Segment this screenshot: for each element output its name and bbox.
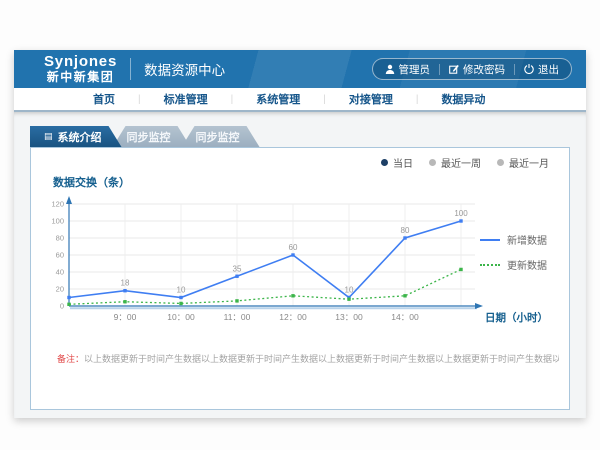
- main-nav: 首页 | 标准管理 | 系统管理 | 对接管理 | 数据异动: [14, 88, 586, 112]
- chart-panel: 当日 最近一周 最近一月 数据交换（条） 日期（小时） 0 20 40 60 80 100…: [30, 147, 570, 410]
- svg-text:80: 80: [56, 234, 64, 243]
- user-icon: [385, 64, 395, 74]
- radio-last-week[interactable]: 最近一周: [429, 155, 481, 170]
- legend-item-new-data: 新增数据: [480, 232, 547, 247]
- svg-text:12：00: 12：00: [279, 312, 307, 322]
- y-axis-title: 数据交换（条）: [53, 174, 130, 190]
- radio-dot[interactable]: [381, 159, 388, 166]
- logout-label: 退出: [538, 62, 559, 77]
- nav-item-system-management[interactable]: 系统管理: [233, 91, 323, 107]
- tab-bar: ▤ 系统介绍 同步监控 同步监控: [14, 112, 586, 147]
- tab-sync-monitor-2[interactable]: 同步监控: [182, 126, 260, 147]
- svg-text:9：00: 9：00: [114, 312, 137, 322]
- radio-last-month[interactable]: 最近一月: [497, 155, 549, 170]
- svg-text:100: 100: [51, 217, 64, 226]
- footnote-label: 备注：: [57, 354, 84, 364]
- page-card: Synjones 新中新集团 数据资源中心 管理员 修改密码: [14, 50, 586, 418]
- radio-label: 最近一周: [441, 155, 481, 170]
- radio-today[interactable]: 当日: [381, 155, 413, 170]
- svg-text:35: 35: [233, 264, 242, 273]
- footnote: 备注：以上数据更新于时间产生数据以上数据更新于时间产生数据以上数据更新于时间产生…: [57, 352, 559, 365]
- tab-sync-monitor-1[interactable]: 同步监控: [113, 126, 191, 147]
- tab-system-intro[interactable]: ▤ 系统介绍: [30, 126, 122, 147]
- page-title: 数据资源中心: [144, 59, 225, 79]
- document-icon: ▤: [44, 132, 53, 141]
- legend-label: 新增数据: [507, 232, 547, 247]
- svg-text:60: 60: [56, 251, 64, 260]
- svg-text:13：00: 13：00: [335, 312, 363, 322]
- range-filter-group: 当日 最近一周 最近一月: [381, 155, 549, 170]
- app-header: Synjones 新中新集团 数据资源中心 管理员 修改密码: [14, 50, 586, 88]
- svg-text:10: 10: [345, 286, 354, 295]
- svg-text:14：00: 14：00: [391, 312, 419, 322]
- svg-text:80: 80: [401, 226, 410, 235]
- brand-logo: Synjones 新中新集团: [44, 54, 117, 84]
- power-icon: [524, 64, 534, 74]
- dotted-line-swatch: [480, 264, 500, 266]
- svg-text:20: 20: [56, 285, 64, 294]
- tab-label: 同步监控: [196, 129, 240, 145]
- brand-logo-text: Synjones: [44, 54, 117, 71]
- edit-icon: [449, 64, 459, 74]
- svg-text:10: 10: [177, 286, 186, 295]
- svg-text:60: 60: [289, 243, 298, 252]
- nav-item-home[interactable]: 首页: [70, 91, 138, 107]
- brand-logo-subtext: 新中新集团: [44, 71, 117, 84]
- solid-line-swatch: [480, 239, 500, 241]
- tab-label: 系统介绍: [58, 129, 102, 145]
- nav-item-interface-management[interactable]: 对接管理: [326, 91, 416, 107]
- svg-text:11：00: 11：00: [224, 312, 251, 322]
- svg-text:40: 40: [56, 268, 64, 277]
- radio-label: 最近一月: [509, 155, 549, 170]
- svg-text:100: 100: [454, 209, 468, 218]
- legend-item-update-data: 更新数据: [480, 257, 547, 272]
- legend-label: 更新数据: [507, 257, 547, 272]
- user-toolbar: 管理员 修改密码 退出: [372, 58, 573, 80]
- footnote-text: 以上数据更新于时间产生数据以上数据更新于时间产生数据以上数据更新于时间产生数据以…: [84, 354, 559, 364]
- current-user-label: 管理员: [399, 62, 431, 77]
- radio-label: 当日: [393, 155, 413, 170]
- change-password-button[interactable]: 修改密码: [440, 62, 514, 77]
- svg-text:18: 18: [121, 279, 130, 288]
- radio-dot[interactable]: [429, 159, 436, 166]
- nav-item-standard-management[interactable]: 标准管理: [141, 91, 231, 107]
- nav-item-data-change[interactable]: 数据异动: [418, 91, 508, 107]
- radio-dot[interactable]: [497, 159, 504, 166]
- svg-text:120: 120: [51, 200, 64, 209]
- chart-legend: 新增数据 更新数据: [478, 230, 549, 274]
- current-user-button[interactable]: 管理员: [376, 62, 440, 77]
- content-area: ▤ 系统介绍 同步监控 同步监控 当日 最近一周: [14, 112, 586, 418]
- tab-label: 同步监控: [127, 129, 171, 145]
- svg-text:0: 0: [60, 302, 64, 311]
- change-password-label: 修改密码: [463, 62, 505, 77]
- title-divider: [130, 58, 131, 80]
- logout-button[interactable]: 退出: [515, 62, 568, 77]
- svg-text:10：00: 10：00: [167, 312, 195, 322]
- x-axis-title: 日期（小时）: [485, 311, 548, 324]
